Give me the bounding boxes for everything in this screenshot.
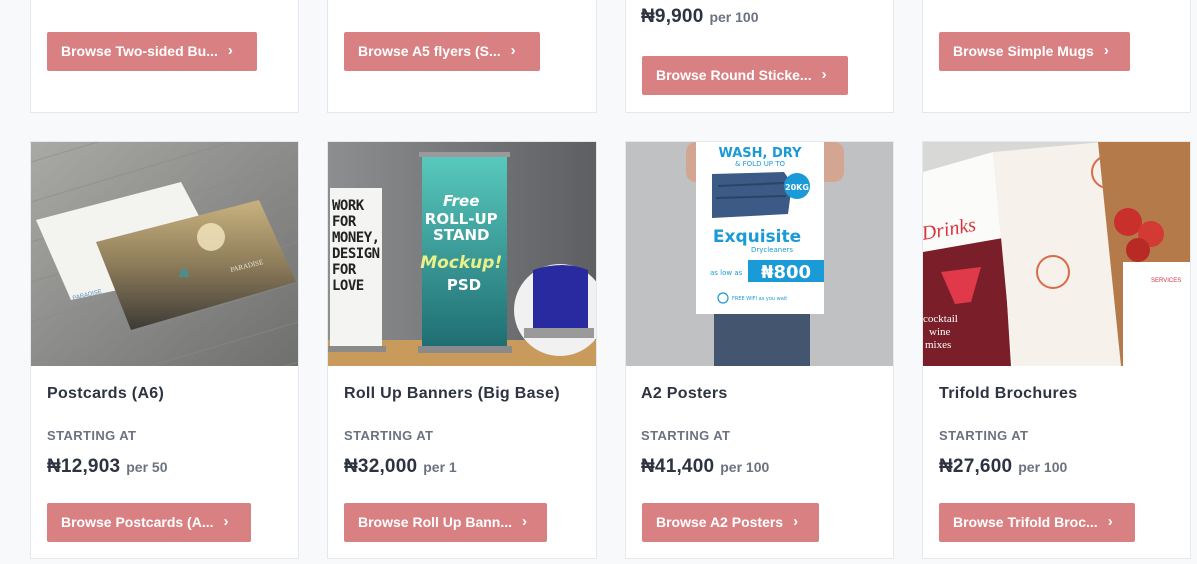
price-unit: per 100 (709, 9, 759, 25)
poster-subheadline: & FOLD UP TO (735, 160, 786, 168)
button-label: Browse Two-sided Bu... (61, 43, 218, 59)
price: ₦27,600 (939, 456, 1013, 477)
trifold-brochures-image[interactable]: Drinks cocktail wine mixes SERVICES (923, 142, 1190, 366)
product-title[interactable]: Roll Up Banners (Big Base) (344, 385, 560, 403)
brochure-cocktail: cocktail (923, 313, 958, 325)
chevron-right-icon: › (821, 66, 827, 83)
button-label: Browse Simple Mugs (953, 43, 1094, 59)
starting-at-label: STARTING AT (47, 428, 137, 443)
brochure-services: SERVICES (1151, 278, 1181, 284)
starting-at-label: STARTING AT (641, 428, 731, 443)
button-label: Browse A2 Posters (656, 514, 784, 530)
poster-amount: ₦800 (761, 262, 811, 283)
product-title[interactable]: A2 Posters (641, 385, 728, 403)
banner-line: FOR (332, 214, 357, 230)
price: ₦12,903 (47, 456, 121, 477)
price-row: ₦41,400 per 100 (641, 456, 769, 478)
poster-badge: 20KG (785, 183, 809, 192)
price-row-top-3: ₦9,900 per 100 (641, 6, 759, 28)
price-unit: per 100 (720, 459, 770, 475)
price-row: ₦27,600 per 100 (939, 456, 1067, 478)
chevron-right-icon: › (1103, 42, 1109, 59)
price: ₦32,000 (344, 456, 418, 477)
poster-as-low-as: as low as (710, 269, 743, 277)
poster-headline: WASH, DRY (718, 146, 802, 161)
button-label: Browse A5 flyers (S... (358, 43, 501, 59)
banner-line: WORK (332, 198, 365, 214)
price-row: ₦12,903 per 50 (47, 456, 168, 478)
chevron-right-icon: › (227, 42, 233, 59)
price-unit: per 1 (423, 459, 457, 475)
chevron-right-icon: › (510, 42, 516, 59)
button-label: Browse Trifold Broc... (953, 514, 1098, 530)
browse-a5-flyers-button[interactable]: Browse A5 flyers (S... › (344, 32, 540, 71)
product-card-trifold-brochures: Drinks cocktail wine mixes SERVICES (922, 141, 1191, 559)
button-label: Browse Roll Up Bann... (358, 514, 513, 530)
product-card-roll-up-banners: WORK FOR MONEY, DESIGN FOR LOVE Free ROL… (327, 141, 597, 559)
browse-two-sided-button[interactable]: Browse Two-sided Bu... › (47, 32, 257, 71)
banner-line: FOR (332, 262, 357, 278)
roll-up-banners-image[interactable]: WORK FOR MONEY, DESIGN FOR LOVE Free ROL… (328, 142, 596, 366)
chevron-right-icon: › (223, 513, 229, 530)
poster-wifi: FREE WIFI as you wait (732, 296, 787, 302)
price-unit: per 100 (1018, 459, 1068, 475)
brochure-mixes: mixes (925, 339, 951, 351)
postcards-image[interactable]: PARADISE PARADISE (31, 142, 298, 366)
chevron-right-icon: › (793, 513, 799, 530)
banner-line: DESIGN (332, 246, 380, 262)
button-label: Browse Postcards (A... (61, 514, 214, 530)
button-label: Browse Round Sticke... (656, 67, 812, 83)
browse-round-stickers-button[interactable]: Browse Round Sticke... › (642, 56, 848, 95)
poster-brand: Exquisite (713, 227, 801, 247)
banner-line: Free (443, 192, 479, 210)
brochure-wine: wine (929, 326, 951, 338)
price: ₦41,400 (641, 456, 715, 477)
price-unit: per 50 (126, 459, 168, 475)
product-card-postcards: PARADISE PARADISE (30, 141, 299, 559)
browse-postcards-button[interactable]: Browse Postcards (A... › (47, 503, 251, 542)
starting-at-label: STARTING AT (344, 428, 434, 443)
banner-line: STAND (433, 226, 489, 244)
poster-brand-sub: Drycleaners (751, 246, 793, 254)
banner-line: PSD (447, 276, 481, 294)
browse-simple-mugs-button[interactable]: Browse Simple Mugs › (939, 32, 1130, 71)
starting-at-label: STARTING AT (939, 428, 1029, 443)
banner-line: MONEY, (332, 230, 380, 246)
a2-posters-image[interactable]: WASH, DRY & FOLD UP TO 20KG Exquisite Dr… (626, 142, 893, 366)
product-title[interactable]: Trifold Brochures (939, 385, 1077, 403)
browse-trifold-brochures-button[interactable]: Browse Trifold Broc... › (939, 503, 1135, 542)
chevron-right-icon: › (1107, 513, 1113, 530)
banner-line: Mockup! (420, 253, 502, 273)
price: ₦9,900 (641, 6, 704, 27)
product-card-a2-posters: WASH, DRY & FOLD UP TO 20KG Exquisite Dr… (625, 141, 894, 559)
browse-a2-posters-button[interactable]: Browse A2 Posters › (642, 503, 819, 542)
price-row: ₦32,000 per 1 (344, 456, 457, 478)
product-title[interactable]: Postcards (A6) (47, 385, 164, 403)
browse-roll-up-banners-button[interactable]: Browse Roll Up Bann... › (344, 503, 547, 542)
chevron-right-icon: › (522, 513, 528, 530)
banner-line: LOVE (332, 278, 364, 294)
